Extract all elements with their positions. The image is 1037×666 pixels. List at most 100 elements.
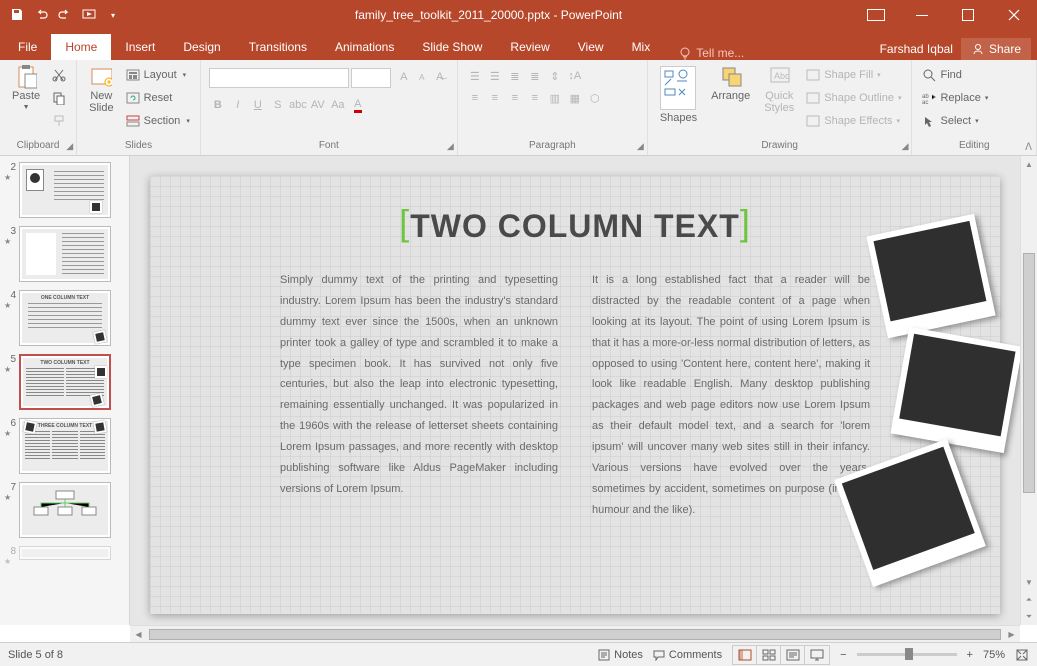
start-from-beginning-icon[interactable] xyxy=(78,4,100,26)
photo-placeholder-1[interactable] xyxy=(866,214,995,339)
reading-view-icon[interactable] xyxy=(781,646,805,664)
notes-button[interactable]: Notes xyxy=(598,649,643,661)
tab-slideshow[interactable]: Slide Show xyxy=(408,34,496,60)
replace-button[interactable]: abacReplace▾ xyxy=(920,87,990,108)
font-size-combo[interactable] xyxy=(351,68,391,88)
tab-animations[interactable]: Animations xyxy=(321,34,408,60)
align-left-icon[interactable]: ≡ xyxy=(466,90,484,106)
clear-formatting-icon[interactable]: A̶ xyxy=(431,68,449,86)
close-button[interactable] xyxy=(991,0,1037,30)
maximize-button[interactable] xyxy=(945,0,991,30)
thumb-5[interactable]: 5★ TWO COLUMN TEXT xyxy=(0,352,129,416)
next-slide-icon[interactable]: ⏷ xyxy=(1021,608,1037,625)
tab-insert[interactable]: Insert xyxy=(111,34,169,60)
thumb-3[interactable]: 3★ xyxy=(0,224,129,288)
slide-col-2[interactable]: It is a long established fact that a rea… xyxy=(592,270,870,521)
justify-icon[interactable]: ≡ xyxy=(526,90,544,106)
slide-title[interactable]: [TWO COLUMN TEXT] xyxy=(383,204,767,246)
tab-file[interactable]: File xyxy=(4,34,51,60)
shape-fill-button[interactable]: Shape Fill▾ xyxy=(804,64,903,85)
thumb-8[interactable]: 8★ xyxy=(0,544,129,572)
save-icon[interactable] xyxy=(6,4,28,26)
qat-more-icon[interactable]: ▾ xyxy=(102,4,124,26)
line-spacing-icon[interactable]: ⇕ xyxy=(546,68,564,84)
minimize-button[interactable] xyxy=(899,0,945,30)
find-button[interactable]: Find xyxy=(920,64,990,85)
slide-editor[interactable]: [TWO COLUMN TEXT] Simply dummy text of t… xyxy=(130,156,1020,625)
scroll-up-icon[interactable]: ▲ xyxy=(1021,156,1037,173)
format-painter-button[interactable] xyxy=(50,110,68,131)
new-slide-button[interactable]: New Slide xyxy=(85,64,117,116)
sorter-view-icon[interactable] xyxy=(757,646,781,664)
thumb-7[interactable]: 7★ xyxy=(0,480,129,544)
normal-view-icon[interactable] xyxy=(733,646,757,664)
font-color-button[interactable]: A xyxy=(349,96,367,114)
reset-button[interactable]: Reset xyxy=(124,87,192,108)
zoom-in-icon[interactable]: + xyxy=(967,649,973,661)
tell-me-search[interactable]: Tell me... xyxy=(678,46,744,60)
fit-to-window-icon[interactable] xyxy=(1015,648,1029,662)
tab-transitions[interactable]: Transitions xyxy=(235,34,321,60)
zoom-out-icon[interactable]: − xyxy=(840,649,846,661)
font-name-combo[interactable] xyxy=(209,68,349,88)
char-spacing-button[interactable]: AV xyxy=(309,96,327,114)
scroll-left-icon[interactable]: ◀ xyxy=(130,626,147,643)
slideshow-view-icon[interactable] xyxy=(805,646,829,664)
shape-effects-button[interactable]: Shape Effects▾ xyxy=(804,110,903,131)
italic-button[interactable]: I xyxy=(229,96,247,114)
paragraph-launcher-icon[interactable]: ◢ xyxy=(637,141,644,152)
shadow-button[interactable]: abc xyxy=(289,96,307,114)
strikethrough-button[interactable]: S xyxy=(269,96,287,114)
font-launcher-icon[interactable]: ◢ xyxy=(447,141,454,152)
vertical-scrollbar[interactable]: ▲ ▼ ⏶ ⏷ xyxy=(1020,156,1037,625)
slide-canvas[interactable]: [TWO COLUMN TEXT] Simply dummy text of t… xyxy=(150,176,1000,614)
slide-col-1[interactable]: Simply dummy text of the printing and ty… xyxy=(280,270,558,521)
arrange-button[interactable]: Arrange xyxy=(707,64,754,104)
hscroll-thumb[interactable] xyxy=(149,629,1001,640)
redo-icon[interactable] xyxy=(54,4,76,26)
select-button[interactable]: Select▾ xyxy=(920,110,990,131)
slide-thumbnails-pane[interactable]: 2★ 3★ 4★ ONE COLUMN TEXT 5★ TWO COLUMN T… xyxy=(0,156,130,625)
align-right-icon[interactable]: ≡ xyxy=(506,90,524,106)
slide-counter[interactable]: Slide 5 of 8 xyxy=(8,649,63,661)
align-text-icon[interactable]: ▦ xyxy=(566,90,584,106)
decrease-font-icon[interactable]: A xyxy=(413,68,431,86)
tab-review[interactable]: Review xyxy=(496,34,563,60)
thumb-4[interactable]: 4★ ONE COLUMN TEXT xyxy=(0,288,129,352)
smartart-icon[interactable]: ⬡ xyxy=(586,90,604,106)
text-direction-icon[interactable]: ↕A xyxy=(566,68,584,84)
bold-button[interactable]: B xyxy=(209,96,227,114)
clipboard-launcher-icon[interactable]: ◢ xyxy=(66,141,73,152)
increase-font-icon[interactable]: A xyxy=(395,68,413,86)
tab-design[interactable]: Design xyxy=(169,34,234,60)
decrease-indent-icon[interactable]: ≣ xyxy=(506,68,524,84)
scroll-down-icon[interactable]: ▼ xyxy=(1021,574,1037,591)
collapse-ribbon-icon[interactable]: ᐱ xyxy=(1025,142,1032,153)
undo-icon[interactable] xyxy=(30,4,52,26)
shapes-button[interactable]: Shapes xyxy=(656,64,701,126)
horizontal-scrollbar[interactable]: ◀ ▶ xyxy=(130,625,1020,642)
zoom-level[interactable]: 75% xyxy=(983,649,1005,661)
photo-placeholder-2[interactable] xyxy=(890,327,1020,453)
align-center-icon[interactable]: ≡ xyxy=(486,90,504,106)
ribbon-options-icon[interactable] xyxy=(853,0,899,30)
underline-button[interactable]: U xyxy=(249,96,267,114)
thumb-2[interactable]: 2★ xyxy=(0,160,129,224)
paste-button[interactable]: Paste ▼ xyxy=(8,64,44,113)
user-name[interactable]: Farshad Iqbal xyxy=(880,42,953,56)
section-button[interactable]: Section▾ xyxy=(124,110,192,131)
tab-view[interactable]: View xyxy=(564,34,618,60)
drawing-launcher-icon[interactable]: ◢ xyxy=(902,141,909,152)
bullets-icon[interactable]: ☰ xyxy=(466,68,484,84)
columns-icon[interactable]: ▥ xyxy=(546,90,564,106)
zoom-handle[interactable] xyxy=(905,648,913,660)
tab-home[interactable]: Home xyxy=(51,34,111,60)
tab-mix[interactable]: Mix xyxy=(618,34,665,60)
scroll-right-icon[interactable]: ▶ xyxy=(1003,626,1020,643)
cut-button[interactable] xyxy=(50,64,68,85)
comments-button[interactable]: Comments xyxy=(653,649,722,661)
zoom-slider[interactable] xyxy=(857,653,957,656)
increase-indent-icon[interactable]: ≣ xyxy=(526,68,544,84)
layout-button[interactable]: Layout▾ xyxy=(124,64,192,85)
share-button[interactable]: Share xyxy=(961,38,1031,60)
